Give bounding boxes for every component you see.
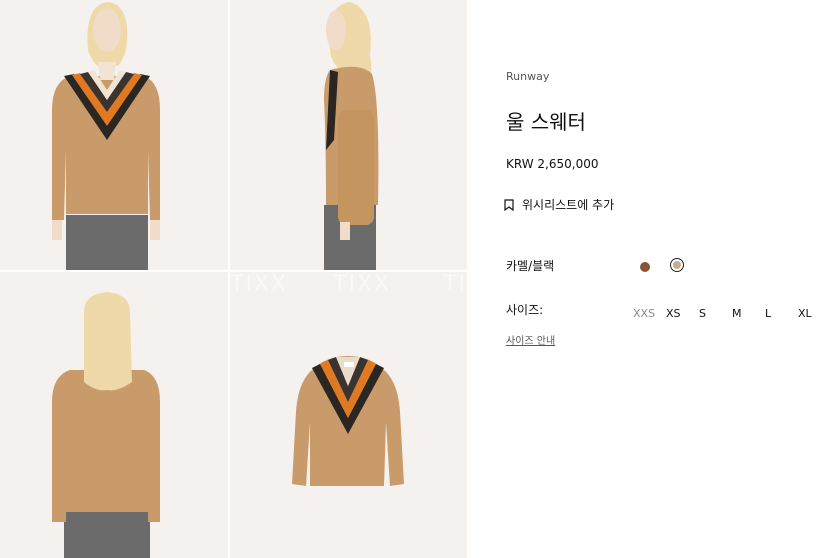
product-title: 울 스웨터 bbox=[506, 110, 586, 134]
product-price: KRW 2,650,000 bbox=[506, 157, 599, 171]
size-option-s[interactable]: S bbox=[699, 307, 732, 320]
model-front-illustration bbox=[0, 0, 228, 270]
swatch-fill bbox=[673, 261, 681, 269]
size-label: 사이즈: bbox=[506, 303, 544, 317]
bookmark-icon bbox=[504, 198, 514, 211]
size-option-l[interactable]: L bbox=[765, 307, 798, 320]
color-swatch-camel-selected[interactable] bbox=[670, 258, 684, 272]
product-gallery: TIXX TIXX TIXX bbox=[0, 0, 467, 558]
product-image-front[interactable] bbox=[0, 0, 228, 270]
watermark-text: TIXX bbox=[443, 272, 467, 297]
size-option-m[interactable]: M bbox=[732, 307, 765, 320]
size-guide-link[interactable]: 사이즈 안내 bbox=[506, 332, 555, 347]
watermark-text: TIXX bbox=[230, 272, 289, 297]
add-to-wishlist-button[interactable]: 위시리스트에 추가 bbox=[504, 196, 614, 213]
watermark-text: TIXX bbox=[333, 272, 392, 297]
size-option-xs[interactable]: XS bbox=[666, 307, 699, 320]
size-option-xxs[interactable]: XXS bbox=[633, 307, 666, 320]
model-side-illustration bbox=[230, 0, 467, 270]
collection-label[interactable]: Runway bbox=[506, 70, 549, 83]
model-back-illustration bbox=[0, 272, 228, 558]
product-image-flat[interactable] bbox=[230, 272, 467, 558]
wishlist-label: 위시리스트에 추가 bbox=[522, 198, 615, 212]
flat-sweater-illustration bbox=[230, 272, 467, 558]
color-label: 카멜/블랙 bbox=[506, 259, 555, 273]
size-selector: XXS XS S M L XL bbox=[633, 307, 831, 320]
color-swatch-brown[interactable] bbox=[640, 262, 650, 272]
product-info-panel: Runway 울 스웨터 KRW 2,650,000 위시리스트에 추가 카멜/… bbox=[467, 0, 838, 558]
product-image-back[interactable] bbox=[0, 272, 228, 558]
product-image-side[interactable] bbox=[230, 0, 467, 270]
size-option-xl[interactable]: XL bbox=[798, 307, 831, 320]
